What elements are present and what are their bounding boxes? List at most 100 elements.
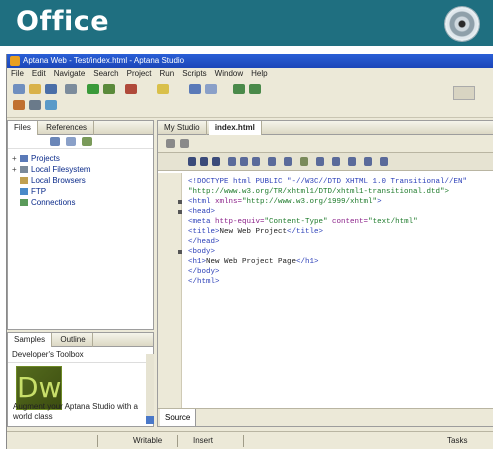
fold-marker-icon[interactable] — [178, 250, 182, 254]
code-token: http-equiv= — [215, 218, 265, 226]
code-token: "text/html" — [368, 218, 418, 226]
tab-my-studio[interactable]: My Studio — [158, 121, 207, 135]
align-right-icon[interactable] — [252, 157, 260, 166]
status-bar: Writable Insert Tasks — [7, 431, 493, 449]
italic-icon[interactable] — [200, 157, 208, 166]
menu-item-scripts[interactable]: Scripts — [182, 69, 206, 78]
samples-panel-tabs: Samples Outline — [8, 333, 153, 347]
window-title: Aptana Web - Test/index.html - Aptana St… — [23, 56, 185, 65]
code-line: <title>New Web Project</title> — [188, 227, 323, 237]
tab-index-html[interactable]: index.html — [208, 121, 262, 135]
menu-item-file[interactable]: File — [11, 69, 24, 78]
menu-item-edit[interactable]: Edit — [32, 69, 46, 78]
code-token: "http://www.w3.org/TR/xhtml1/DTD/xhtml1-… — [188, 188, 450, 196]
samples-scrollbar[interactable] — [146, 354, 154, 424]
editor-bottom-tabs: Source — [158, 408, 493, 426]
fold-marker-icon[interactable] — [178, 210, 182, 214]
link-icon[interactable] — [316, 157, 324, 166]
perspective-switcher[interactable] — [453, 86, 475, 100]
refresh-icon[interactable] — [45, 100, 57, 110]
back-icon[interactable] — [166, 139, 175, 148]
code-line: <head> — [188, 207, 215, 217]
run-icon[interactable] — [87, 84, 99, 94]
menu-item-help[interactable]: Help — [251, 69, 267, 78]
status-separator — [243, 435, 244, 447]
tree-item[interactable]: + Projects — [12, 153, 153, 164]
navigate-back-icon[interactable] — [233, 84, 245, 94]
bold-icon[interactable] — [188, 157, 196, 166]
status-tasks[interactable]: Tasks — [447, 432, 467, 449]
code-token: <body> — [188, 248, 216, 256]
debug-icon[interactable] — [103, 84, 115, 94]
code-token: <html — [188, 198, 216, 206]
print-icon[interactable] — [65, 84, 77, 94]
forward-icon[interactable] — [180, 139, 189, 148]
preview-icon[interactable] — [189, 84, 201, 94]
status-writable: Writable — [133, 436, 163, 445]
code-line: <!DOCTYPE html PUBLIC "-//W3C//DTD XHTML… — [188, 177, 467, 187]
align-center-icon[interactable] — [240, 157, 248, 166]
editor-format-toolbar — [158, 153, 493, 171]
pin-icon[interactable] — [29, 100, 41, 110]
scroll-down-arrow[interactable] — [146, 416, 154, 424]
menu-item-run[interactable]: Run — [160, 69, 175, 78]
menu-item-window[interactable]: Window — [215, 69, 243, 78]
indent-icon[interactable] — [364, 157, 372, 166]
link-editor-icon[interactable] — [66, 137, 76, 146]
menu-item-navigate[interactable]: Navigate — [54, 69, 86, 78]
form-icon[interactable] — [332, 157, 340, 166]
cd-disc-icon — [445, 7, 479, 41]
plugin-icon[interactable] — [13, 100, 25, 110]
align-left-icon[interactable] — [228, 157, 236, 166]
folder-icon — [20, 199, 28, 206]
code-line: "http://www.w3.org/TR/xhtml1/DTD/xhtml1-… — [188, 187, 449, 197]
tab-outline[interactable]: Outline — [54, 333, 93, 347]
tab-source[interactable]: Source — [160, 409, 197, 426]
file-tree: + Projects + Local Filesystem Local Browsers… — [8, 149, 153, 208]
code-token: <!DOCTYPE html PUBLIC "-//W3C//DTD XHTML… — [188, 178, 468, 186]
folder-icon — [20, 166, 28, 173]
folder-icon — [20, 155, 28, 162]
code-editor: My Studio index.html <!DOCTYPE html PUBL… — [157, 120, 493, 427]
tree-item[interactable]: + Local Filesystem — [12, 164, 153, 175]
search-icon[interactable] — [157, 84, 169, 94]
expand-icon[interactable]: + — [12, 164, 20, 175]
table-icon[interactable] — [284, 157, 292, 166]
tree-item-label: Projects — [31, 154, 60, 163]
code-token: </title> — [287, 228, 324, 236]
code-token: <title> — [188, 228, 220, 236]
expand-icon[interactable]: + — [12, 153, 20, 164]
fold-marker-icon[interactable] — [178, 200, 182, 204]
underline-icon[interactable] — [212, 157, 220, 166]
window-titlebar: Aptana Web - Test/index.html - Aptana St… — [7, 54, 493, 68]
code-token: </h1> — [296, 258, 319, 266]
browser-icon[interactable] — [205, 84, 217, 94]
external-tools-icon[interactable] — [125, 84, 137, 94]
navigate-forward-icon[interactable] — [249, 84, 261, 94]
tab-files[interactable]: Files — [8, 121, 38, 135]
tree-item[interactable]: FTP — [12, 186, 153, 197]
editor-nav-toolbar — [158, 135, 493, 153]
menu-bar: File Edit Navigate Search Project Run Scripts W… — [7, 68, 493, 80]
new-icon[interactable] — [13, 84, 25, 94]
save-icon[interactable] — [45, 84, 57, 94]
tab-references[interactable]: References — [40, 121, 95, 135]
comment-icon[interactable] — [348, 157, 356, 166]
section-title: Office — [16, 6, 110, 37]
collapse-all-icon[interactable] — [50, 137, 60, 146]
tree-item[interactable]: Connections — [12, 197, 153, 208]
menu-item-project[interactable]: Project — [127, 69, 152, 78]
open-icon[interactable] — [29, 84, 41, 94]
image-icon[interactable] — [300, 157, 308, 166]
list-icon[interactable] — [268, 157, 276, 166]
outdent-icon[interactable] — [380, 157, 388, 166]
menu-item-search[interactable]: Search — [93, 69, 118, 78]
tree-item[interactable]: Local Browsers — [12, 175, 153, 186]
app-icon — [10, 56, 20, 66]
code-area[interactable]: <!DOCTYPE html PUBLIC "-//W3C//DTD XHTML… — [158, 173, 493, 408]
refresh-files-icon[interactable] — [82, 137, 92, 146]
code-token: content= — [332, 218, 369, 226]
promo-text: Augment your Aptana Studio with a world … — [13, 402, 138, 421]
tab-samples[interactable]: Samples — [8, 333, 53, 347]
code-token: </html> — [188, 278, 220, 286]
